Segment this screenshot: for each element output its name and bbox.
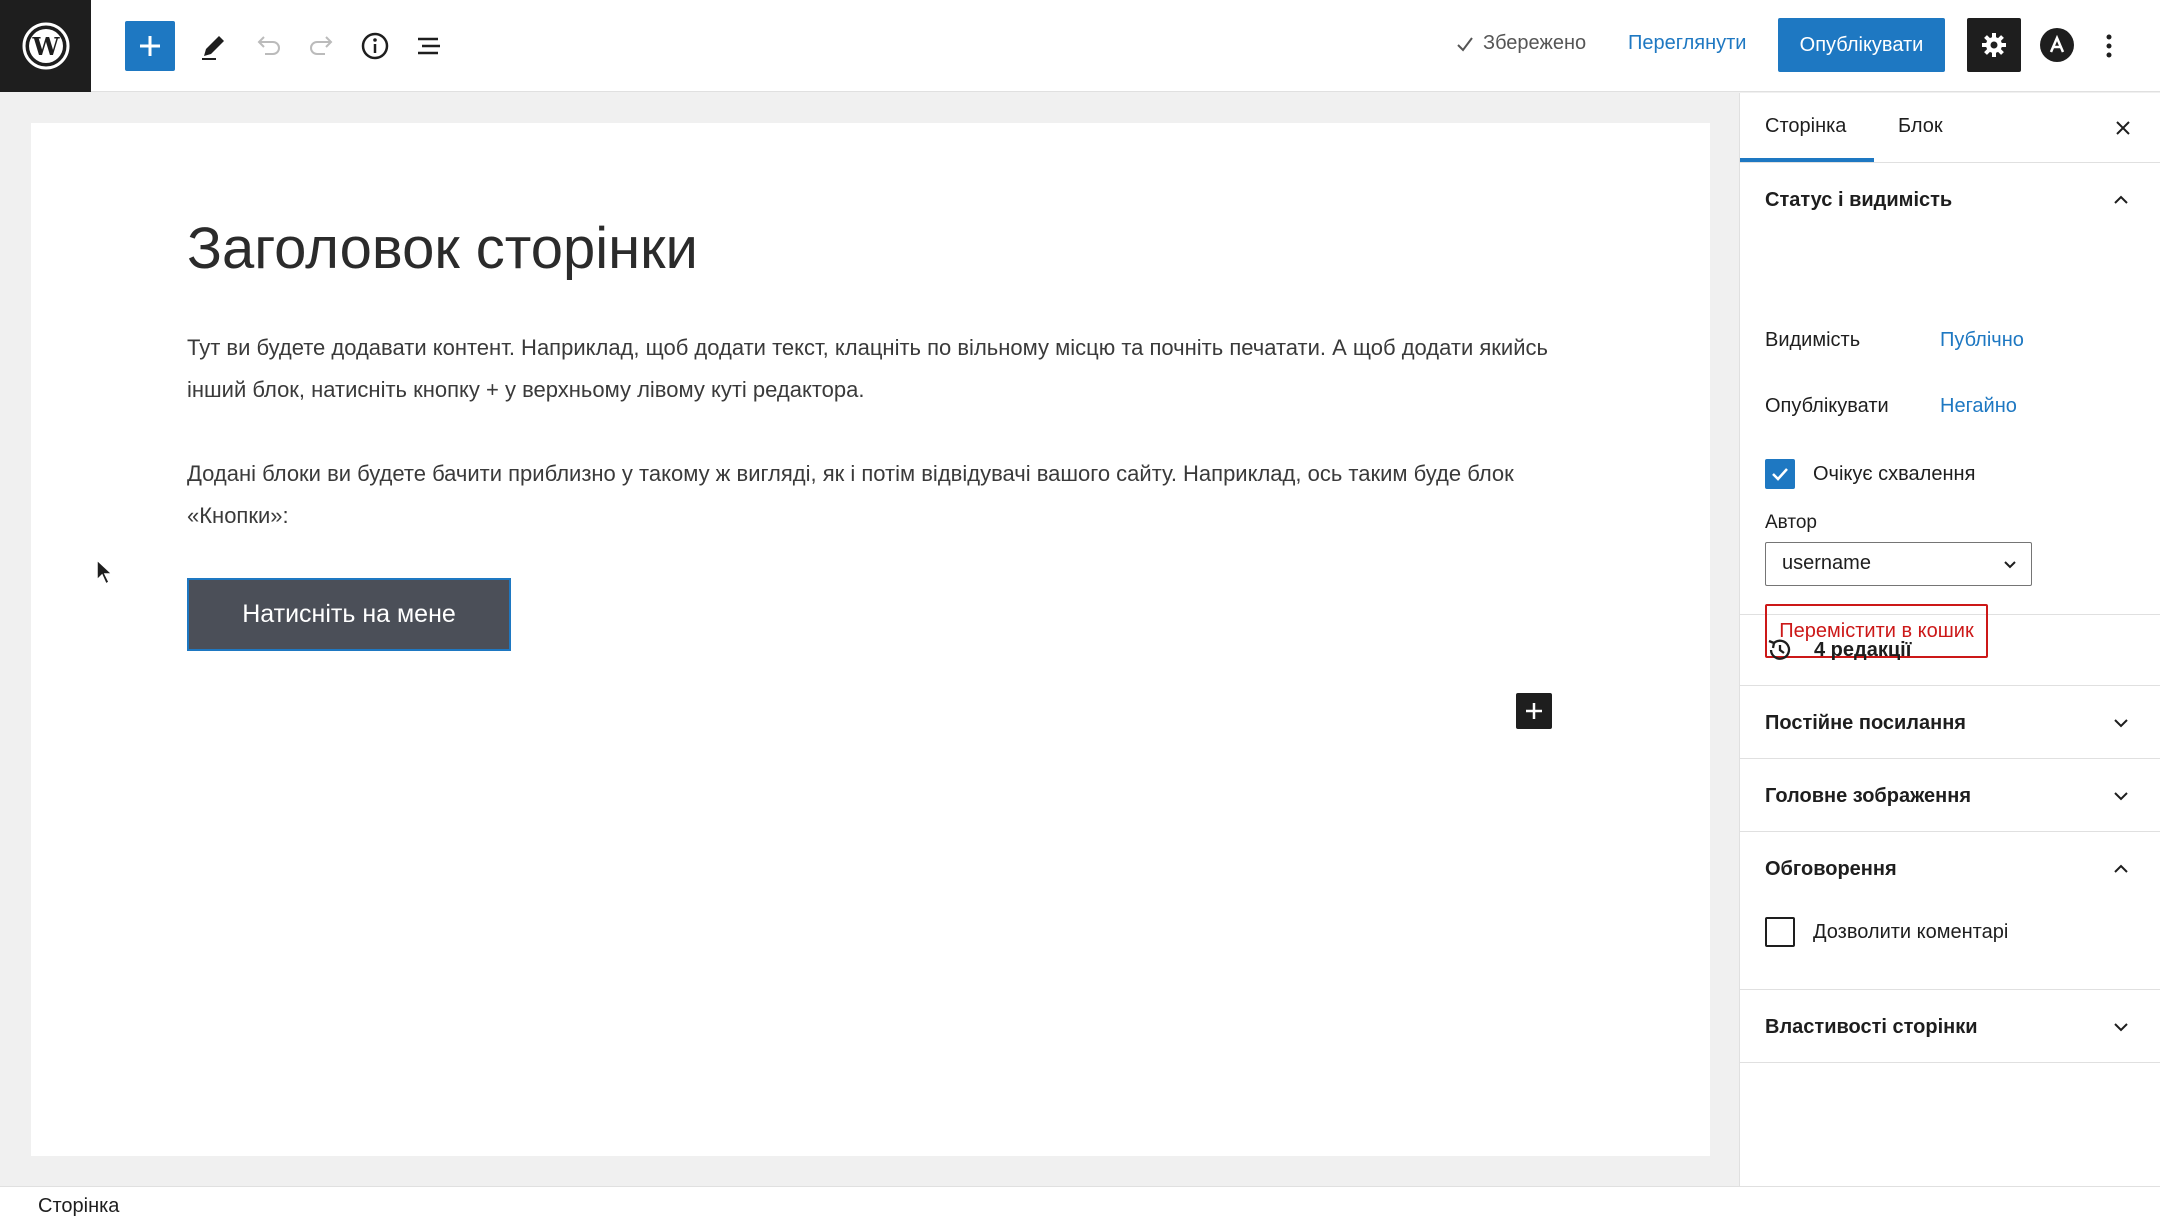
page-title[interactable]: Заголовок сторінки [187, 215, 698, 282]
author-value: username [1782, 552, 1871, 574]
publish-date-toggle[interactable]: Негайно [1940, 395, 2017, 418]
block-breadcrumb-bar: Сторінка [0, 1186, 2160, 1223]
wordpress-icon: W [22, 22, 69, 69]
page-attributes-panel-header[interactable]: Властивості сторінки [1740, 990, 2160, 1063]
sidebar-tabs: Сторінка Блок [1740, 93, 2160, 163]
chevron-down-icon [2114, 1023, 2128, 1032]
revisions-label: 4 редакції [1814, 639, 1912, 661]
permalink-panel-header[interactable]: Постійне посилання [1740, 686, 2160, 759]
editor-canvas-area: Заголовок сторінки Тут ви будете додават… [0, 93, 1737, 1186]
astra-logo-icon [2049, 35, 2065, 53]
undo-button[interactable] [242, 20, 294, 72]
options-menu-button[interactable] [2094, 22, 2124, 70]
tab-page[interactable]: Сторінка [1765, 115, 1846, 138]
preview-button[interactable]: Переглянути [1628, 32, 1746, 55]
author-label: Автор [1765, 512, 1817, 533]
info-icon [361, 32, 389, 60]
discussion-panel: Обговорення Дозволити коментарі [1740, 832, 2160, 990]
svg-text:W: W [31, 32, 60, 61]
allow-comments-label: Дозволити коментарі [1813, 921, 2009, 943]
astra-settings-button[interactable] [2040, 28, 2074, 62]
pending-review-label: Очікує схвалення [1813, 463, 1976, 485]
chevron-down-icon [2114, 719, 2128, 728]
publish-button[interactable]: Опублікувати [1778, 18, 1945, 72]
checkmark-icon [1772, 468, 1788, 481]
panel-title: Головне зображення [1765, 785, 1971, 807]
close-icon [2116, 121, 2130, 135]
list-view-button[interactable] [403, 20, 455, 72]
plus-icon [140, 36, 160, 56]
settings-button[interactable] [1967, 18, 2021, 72]
gear-icon [1982, 33, 2006, 57]
history-icon [1768, 639, 1791, 660]
saved-status: Збережено [1455, 32, 1586, 55]
details-button[interactable] [349, 20, 401, 72]
status-visibility-panel: Статус і видимість Видимість Публічно Оп… [1740, 163, 2160, 658]
panel-title: Статус і видимість [1765, 189, 1953, 211]
revisions-row[interactable]: 4 редакції [1740, 615, 2160, 686]
panel-title: Постійне посилання [1765, 712, 1966, 734]
buttons-block-button[interactable]: Натисніть на мене [187, 578, 511, 651]
active-tab-indicator [1740, 158, 1874, 162]
block-inserter-button[interactable] [125, 21, 175, 71]
editor-canvas[interactable]: Заголовок сторінки Тут ви будете додават… [31, 123, 1710, 1156]
list-view-icon [418, 37, 440, 55]
visibility-label: Видимість [1765, 329, 1861, 351]
plus-icon [1526, 703, 1542, 719]
paragraph-block[interactable]: Тут ви будете додавати контент. Наприкла… [187, 327, 1587, 411]
vertical-ellipsis-icon [2106, 34, 2112, 58]
allow-comments-checkbox[interactable] [1765, 917, 1795, 947]
publish-label: Опублікувати [1765, 395, 1889, 417]
tools-button[interactable] [187, 20, 239, 72]
redo-icon [310, 36, 333, 55]
pencil-icon [202, 36, 224, 60]
wordpress-logo-button[interactable]: W [0, 0, 91, 92]
undo-icon [257, 36, 280, 55]
chevron-down-icon [2114, 792, 2128, 801]
paragraph-block[interactable]: Додані блоки ви будете бачити приблизно … [187, 453, 1587, 537]
featured-image-panel-header[interactable]: Головне зображення [1740, 759, 2160, 832]
chevron-up-icon [2114, 864, 2128, 873]
visibility-toggle[interactable]: Публічно [1940, 329, 2024, 352]
panel-header[interactable]: Статус і видимість [1740, 163, 2160, 236]
chevron-down-icon [2004, 561, 2016, 569]
editor-header: W Збережено Переглянути Опублікувати [0, 0, 2160, 92]
saved-label: Збережено [1483, 32, 1587, 54]
close-sidebar-button[interactable] [2108, 113, 2138, 143]
redo-button[interactable] [296, 20, 348, 72]
pending-review-checkbox[interactable] [1765, 459, 1795, 489]
mouse-cursor-icon [96, 558, 114, 586]
settings-sidebar: Сторінка Блок Статус і видимість Видиміс… [1739, 93, 2160, 1186]
tab-block[interactable]: Блок [1898, 115, 1943, 138]
panel-title: Властивості сторінки [1765, 1016, 1978, 1038]
chevron-up-icon [2114, 195, 2128, 204]
panel-title: Обговорення [1765, 858, 1897, 880]
author-select[interactable]: username [1765, 542, 2032, 586]
inline-block-inserter[interactable] [1516, 693, 1552, 729]
breadcrumb-item[interactable]: Сторінка [38, 1195, 119, 1218]
checkmark-icon [1457, 36, 1473, 52]
discussion-panel-header[interactable]: Обговорення [1740, 832, 2160, 905]
